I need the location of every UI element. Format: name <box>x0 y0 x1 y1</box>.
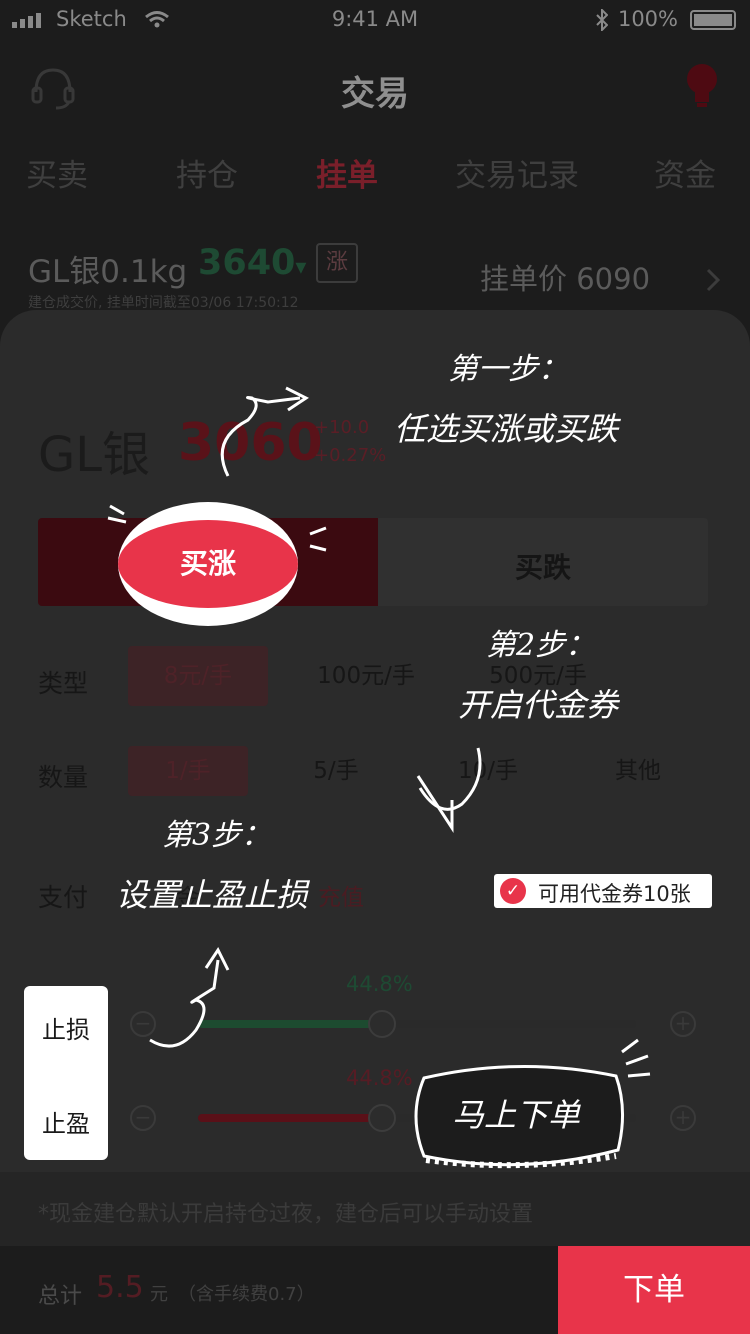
product-hint: 建仓成交价, 挂单时间截至03/06 17:50:12 <box>28 295 299 311</box>
change-percent: +0.27% <box>314 445 387 466</box>
step2-description: 开启代金券 <box>458 686 619 724</box>
quick-order-bubble[interactable]: 马上下单 <box>452 1090 580 1136</box>
sheet-price: 3060 <box>178 413 323 473</box>
quantity-option-5[interactable]: 5/手 <box>276 746 396 796</box>
overnight-notice: *现金建仓默认开启持仓过夜，建仓后可以手动设置 <box>38 1202 534 1227</box>
app-header: 交易 <box>0 50 750 130</box>
total-value: 5.5 <box>96 1270 144 1305</box>
stop-loss-plus-button[interactable]: + <box>670 1011 696 1037</box>
voucher-toggle[interactable]: ✓ 可用代金券10张 <box>494 874 712 908</box>
fee-note: （含手续费0.7） <box>178 1284 315 1305</box>
buy-up-button[interactable]: 买涨 <box>118 520 298 608</box>
page-title: 交易 <box>341 74 409 114</box>
product-name: GL银0.1kg <box>28 254 188 290</box>
quantity-option-10[interactable]: 10/手 <box>428 746 548 796</box>
check-icon: ✓ <box>500 878 526 904</box>
change-absolute: +10.0 <box>314 417 370 438</box>
take-profit-fill <box>198 1114 382 1122</box>
total-unit: 元 <box>150 1284 168 1305</box>
take-profit-percent: 44.8% <box>346 1066 413 1090</box>
battery-percent: 100% <box>617 7 678 31</box>
type-label: 类型 <box>38 669 89 698</box>
step1-title: 第一步： <box>448 352 568 387</box>
tab-trade-history[interactable]: 交易记录 <box>455 150 579 195</box>
battery-icon <box>690 10 736 30</box>
notice-bar: *现金建仓默认开启持仓过夜，建仓后可以手动设置 <box>0 1172 750 1246</box>
recharge-link[interactable]: 充值 <box>318 878 364 912</box>
tab-buy-sell[interactable]: 买卖 <box>26 150 88 195</box>
lightbulb-icon[interactable] <box>682 62 722 110</box>
step3-title: 第3步： <box>162 818 272 853</box>
take-profit-minus-button[interactable]: − <box>130 1105 156 1131</box>
stop-loss-take-profit-labels: 止损 止盈 <box>24 986 108 1160</box>
tab-positions[interactable]: 持仓 <box>176 150 238 195</box>
stop-loss-label: 止损 <box>42 1016 90 1044</box>
step1-description: 任选买涨或买跌 <box>394 410 619 448</box>
quantity-option-1[interactable]: 1/手 <box>128 746 248 796</box>
price-change: +10.0 +0.27% <box>314 414 386 470</box>
voucher-label: 可用代金券10张 <box>538 882 691 906</box>
take-profit-plus-button[interactable]: + <box>670 1105 696 1131</box>
step2-title: 第2步： <box>486 628 596 663</box>
chevron-right-icon <box>706 268 720 292</box>
stop-loss-fill <box>198 1020 382 1028</box>
buy-down-button[interactable]: 买跌 <box>378 518 708 606</box>
order-footer: 总计 5.5 元 （含手续费0.7） 下单 <box>0 1246 750 1334</box>
trend-badge: 涨 <box>316 243 358 283</box>
buy-down-label: 买跌 <box>514 551 571 584</box>
take-profit-handle[interactable] <box>367 1104 396 1132</box>
order-price: 挂单价 6090 <box>480 262 651 296</box>
step3-description: 设置止盈止损 <box>116 876 309 914</box>
type-option-100[interactable]: 100元/手 <box>296 646 436 706</box>
bluetooth-icon <box>596 9 608 31</box>
tab-funds[interactable]: 资金 <box>654 150 716 195</box>
tab-pending-orders[interactable]: 挂单 <box>316 150 378 195</box>
stop-loss-handle[interactable] <box>367 1010 396 1038</box>
stop-loss-slider[interactable] <box>198 1020 636 1028</box>
pay-label: 支付 <box>38 883 89 912</box>
status-bar: Sketch 9:41 AM 100% <box>0 0 750 40</box>
type-option-8[interactable]: 8元/手 <box>128 646 268 706</box>
submit-order-button[interactable]: 下单 <box>558 1246 750 1334</box>
quantity-label: 数量 <box>38 763 89 792</box>
total-label: 总计 <box>38 1284 83 1309</box>
product-price: 3640▾ <box>198 243 307 283</box>
stop-loss-minus-button[interactable]: − <box>130 1011 156 1037</box>
down-arrow-icon: ▾ <box>295 255 307 280</box>
stop-loss-percent: 44.8% <box>346 972 413 996</box>
sheet-product-name: GL银 <box>38 427 150 483</box>
quantity-option-other[interactable]: 其他 <box>578 746 698 796</box>
take-profit-label: 止盈 <box>42 1110 90 1138</box>
